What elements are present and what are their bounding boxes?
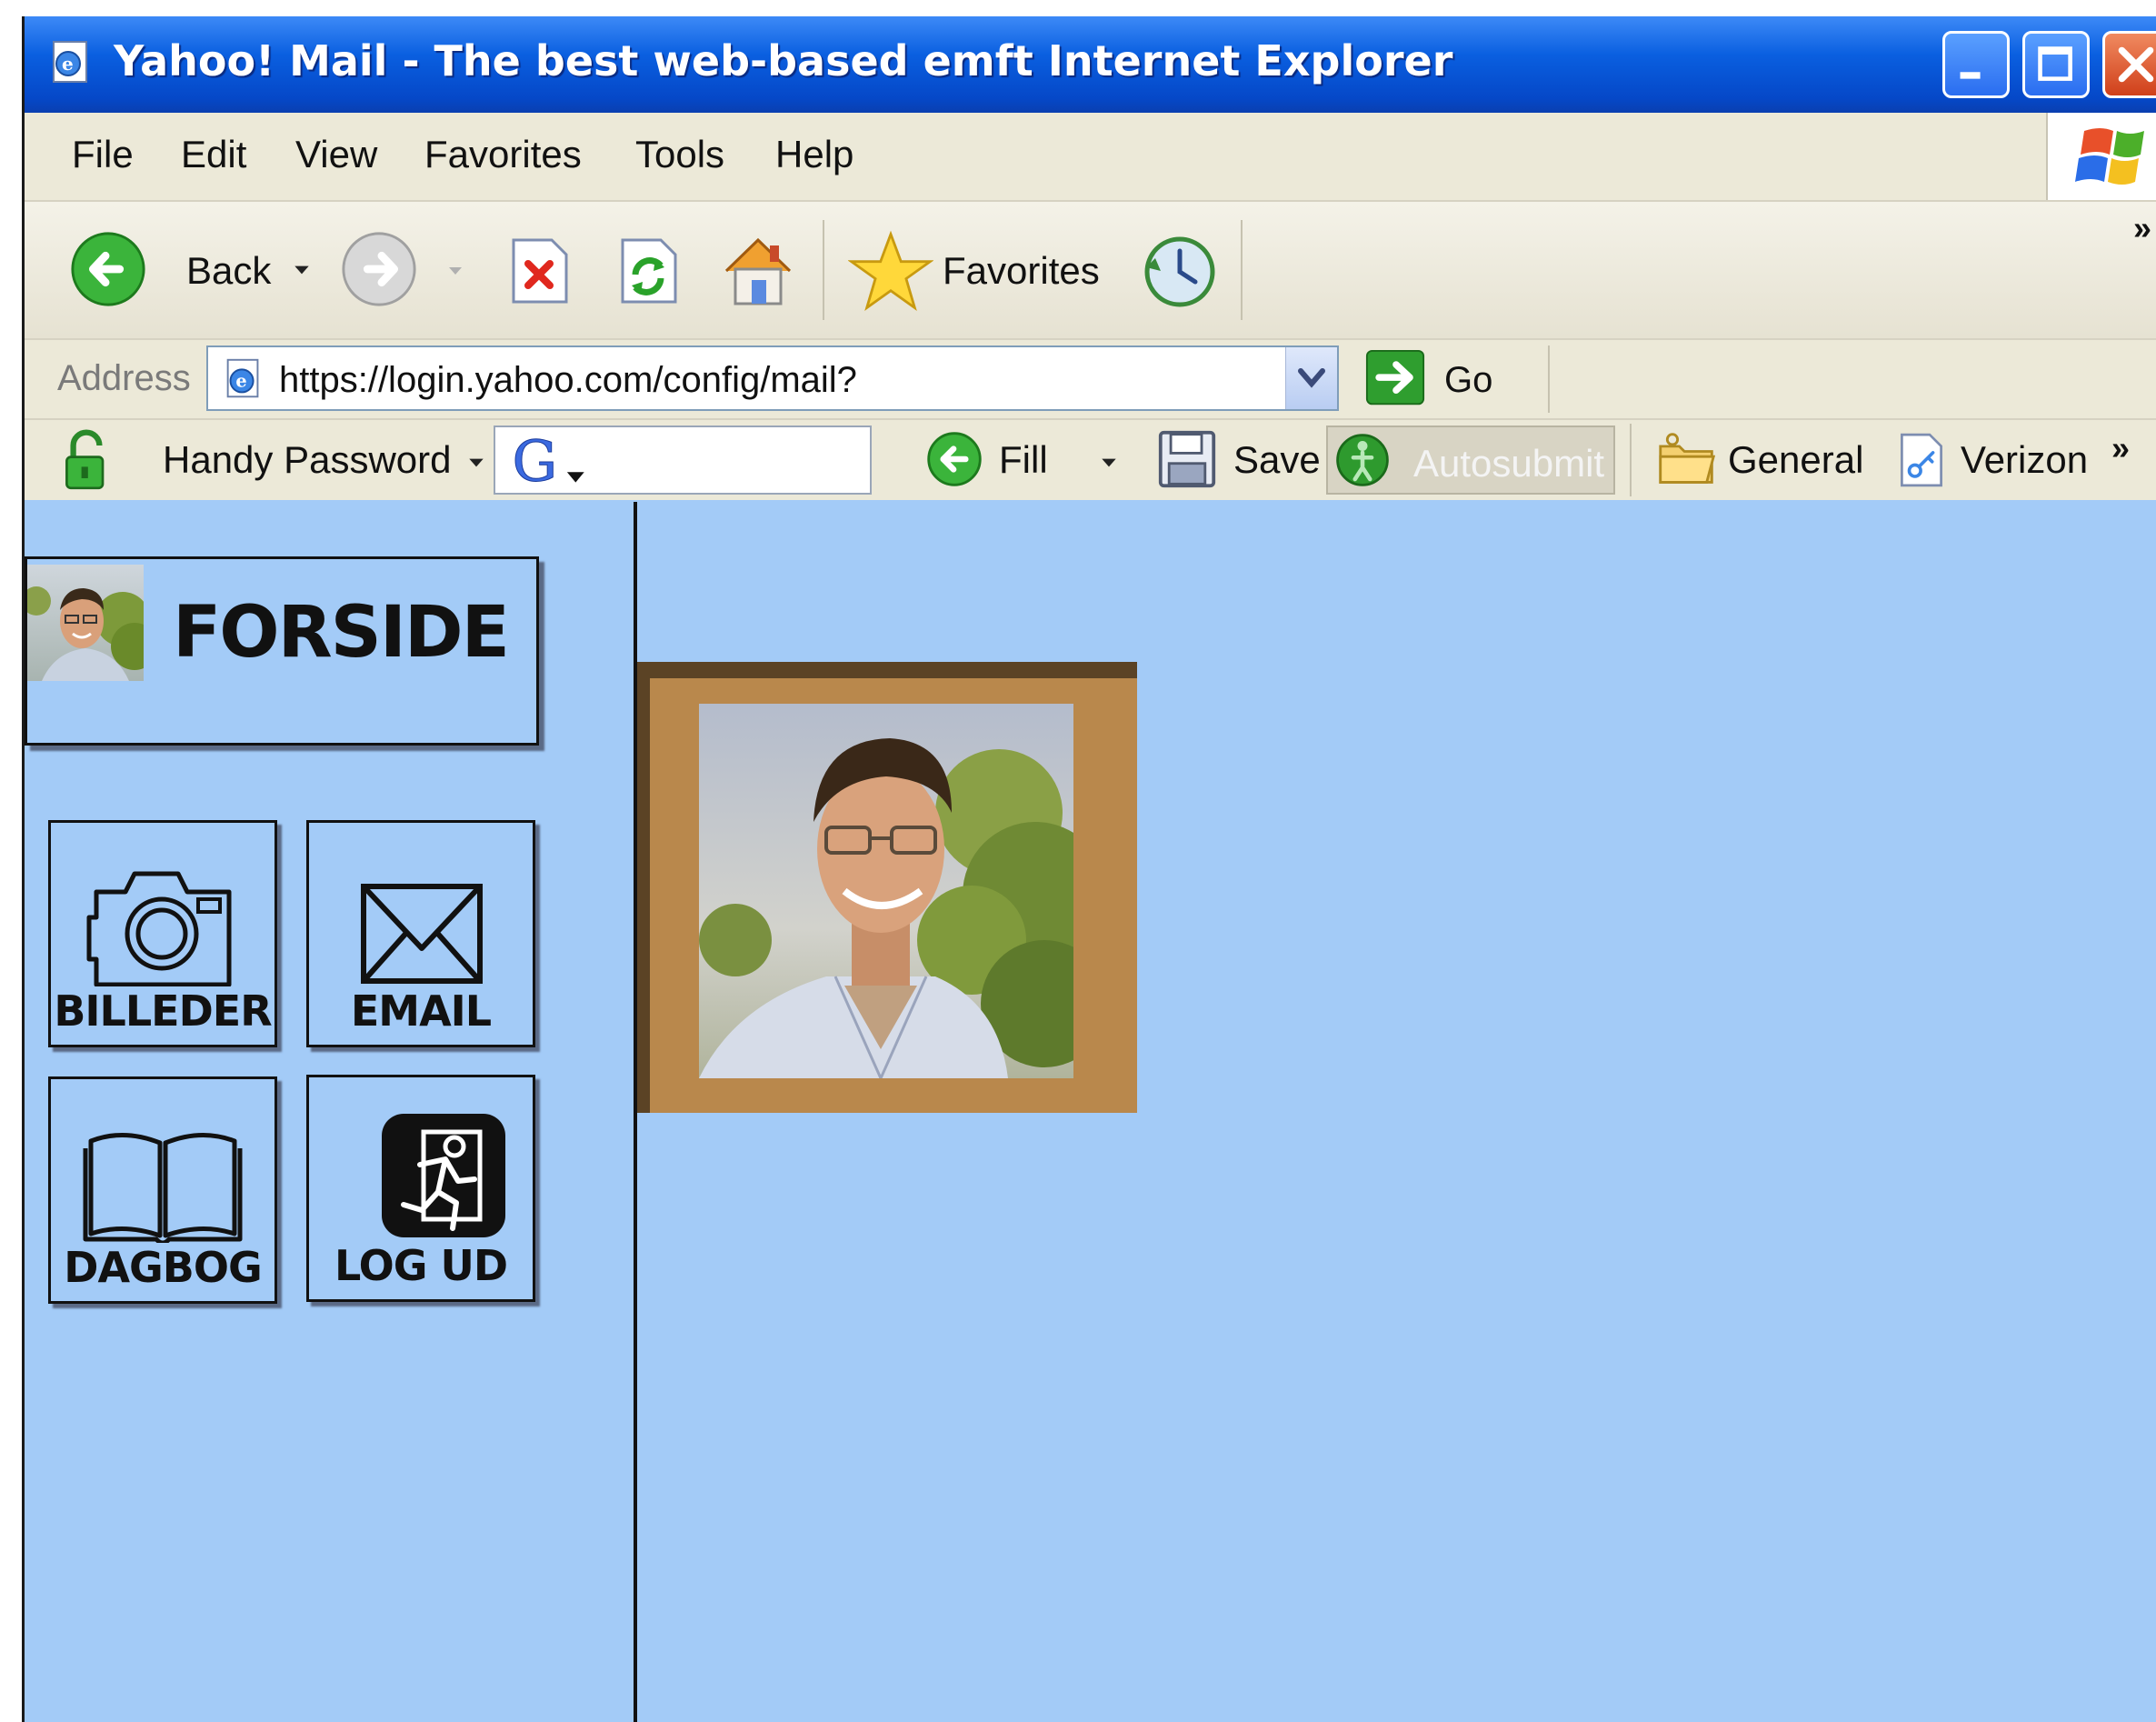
profile-photo-frame xyxy=(637,662,1137,1113)
email-label: EMAIL xyxy=(350,986,492,1036)
toolbar-separator xyxy=(1630,424,1632,496)
refresh-icon[interactable] xyxy=(612,235,684,307)
minimize-icon xyxy=(1960,72,1981,79)
forside-button[interactable]: FORSIDE xyxy=(25,556,539,746)
stop-icon[interactable] xyxy=(503,235,575,307)
general-label: General xyxy=(1728,438,1864,481)
folder-icon xyxy=(1659,433,1716,484)
favorites-button[interactable]: Favorites xyxy=(848,225,1121,315)
lock-icon xyxy=(65,429,105,490)
address-bar: Address e https://login.yahoo.com/config… xyxy=(25,340,2156,420)
page-content: FORSIDE BILLEDER EMAIL DAGBOG LOG UD xyxy=(25,502,2156,1722)
avatar xyxy=(27,565,144,681)
floppy-disk-icon xyxy=(1158,430,1216,488)
ie-page-icon: e xyxy=(53,41,87,83)
logout-label: LOG UD xyxy=(334,1241,508,1290)
forward-arrow-icon xyxy=(342,232,416,306)
address-dropdown-button[interactable] xyxy=(1285,347,1337,409)
toolbar-separator xyxy=(1241,220,1243,320)
google-g-icon: G xyxy=(512,431,584,491)
menu-edit[interactable]: Edit xyxy=(181,133,246,176)
autosubmit-button[interactable]: Autosubmit xyxy=(1326,425,1615,495)
title-bar[interactable]: e Yahoo! Mail - The best web-based emft … xyxy=(25,16,2156,113)
ie-page-icon: e xyxy=(226,358,259,398)
close-icon xyxy=(2118,46,2154,83)
minimize-button[interactable] xyxy=(1942,31,2010,98)
general-folder-button[interactable]: General xyxy=(1657,424,1875,496)
google-search-input[interactable]: G xyxy=(494,425,872,495)
diary-button[interactable]: DAGBOG xyxy=(48,1076,277,1304)
maximize-button[interactable] xyxy=(2022,31,2090,98)
autosubmit-label: Autosubmit xyxy=(1413,442,1605,485)
diary-label: DAGBOG xyxy=(64,1243,262,1292)
verizon-button[interactable]: Verizon xyxy=(1897,424,2115,496)
address-url: https://login.yahoo.com/config/mail? xyxy=(279,360,857,400)
back-arrow-icon xyxy=(71,232,145,306)
go-label: Go xyxy=(1444,360,1493,400)
menu-file[interactable]: File xyxy=(72,133,134,176)
exit-icon xyxy=(382,1114,505,1237)
browser-window: e Yahoo! Mail - The best web-based emft … xyxy=(22,16,2156,1722)
address-label: Address xyxy=(57,358,191,398)
windows-logo xyxy=(2046,113,2156,200)
menu-help[interactable]: Help xyxy=(775,133,853,176)
close-button[interactable] xyxy=(2102,31,2156,98)
password-toolbar-more-chevron[interactable]: » xyxy=(2111,429,2130,467)
profile-photo xyxy=(699,704,1073,1078)
forside-label: FORSIDE xyxy=(173,592,510,674)
home-icon[interactable] xyxy=(717,229,799,311)
logout-button[interactable]: LOG UD xyxy=(306,1075,535,1302)
save-label: Save xyxy=(1233,438,1321,481)
back-dropdown-icon[interactable] xyxy=(292,260,312,280)
envelope-icon xyxy=(361,884,483,984)
standard-toolbar: Back Favorites » xyxy=(25,202,2156,340)
toolbar-separator xyxy=(823,220,824,320)
pictures-label: BILLEDER xyxy=(54,986,272,1036)
svg-text:G: G xyxy=(513,431,558,491)
fill-arrow-icon xyxy=(927,432,982,486)
email-button[interactable]: EMAIL xyxy=(306,820,535,1047)
windows-flag-icon xyxy=(2075,128,2144,185)
svg-text:e: e xyxy=(62,53,74,75)
address-input[interactable]: e https://login.yahoo.com/config/mail? xyxy=(206,345,1339,411)
password-toolbar: Handy Password G Fill Save Autosubmit Ge… xyxy=(25,420,2156,500)
maximize-icon xyxy=(2038,46,2072,81)
toolbar-separator xyxy=(1548,345,1550,413)
handy-password-dropdown-icon xyxy=(469,458,484,467)
menu-view[interactable]: View xyxy=(295,133,377,176)
book-icon xyxy=(83,1132,243,1243)
toolbar-more-chevron[interactable]: » xyxy=(2133,209,2151,247)
chevron-down-icon xyxy=(1298,368,1325,388)
forward-button[interactable] xyxy=(339,229,484,311)
menu-bar: File Edit View Favorites Tools Help xyxy=(25,113,2156,202)
key-page-icon xyxy=(1901,433,1942,487)
pictures-button[interactable]: BILLEDER xyxy=(48,820,277,1047)
star-icon xyxy=(848,230,933,312)
back-button[interactable]: Back xyxy=(68,227,323,313)
favorites-label: Favorites xyxy=(943,249,1100,292)
save-button[interactable]: Save xyxy=(1157,424,1321,496)
history-icon[interactable] xyxy=(1139,231,1221,313)
handy-password-button[interactable]: Handy Password xyxy=(61,424,488,496)
svg-text:e: e xyxy=(235,371,246,392)
verizon-label: Verizon xyxy=(1961,438,2089,481)
menu-favorites[interactable]: Favorites xyxy=(424,133,582,176)
handy-password-label: Handy Password xyxy=(163,438,452,481)
fill-dropdown-icon xyxy=(1102,458,1116,467)
camera-icon xyxy=(86,871,232,986)
go-button[interactable]: Go xyxy=(1364,347,1501,411)
autosubmit-icon xyxy=(1336,434,1389,486)
window-title: Yahoo! Mail - The best web-based emft In… xyxy=(114,36,1453,85)
back-label: Back xyxy=(186,249,272,292)
fill-label: Fill xyxy=(999,438,1048,481)
menu-tools[interactable]: Tools xyxy=(635,133,724,176)
fill-button[interactable]: Fill xyxy=(924,424,1133,496)
go-arrow-icon xyxy=(1365,349,1425,405)
forward-dropdown-icon[interactable] xyxy=(446,262,464,280)
